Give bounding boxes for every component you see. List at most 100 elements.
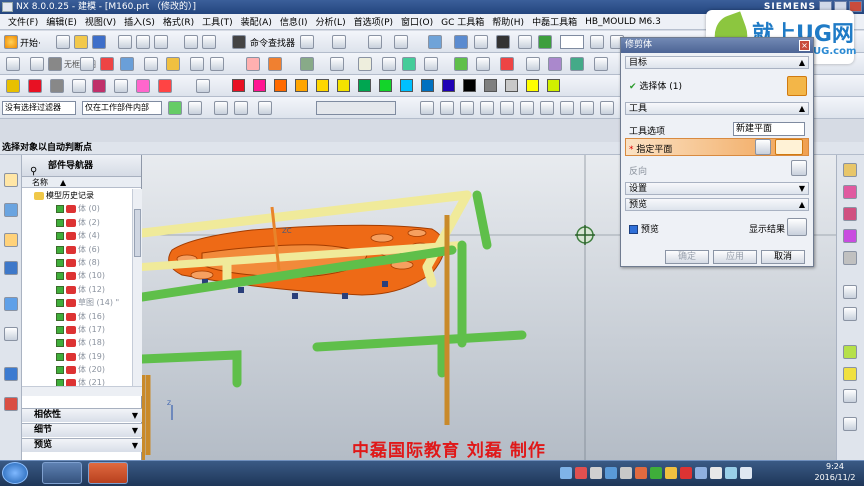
measure-icon[interactable] (500, 57, 514, 71)
snap-on-curve-icon[interactable] (560, 101, 574, 115)
history-icon[interactable] (4, 297, 18, 311)
layout-icon[interactable] (300, 35, 314, 49)
snap-bounded-icon[interactable] (600, 101, 614, 115)
redo-icon[interactable] (202, 35, 216, 49)
extrude-icon[interactable] (100, 57, 114, 71)
select-all-icon[interactable] (214, 101, 228, 115)
snap-settings-icon[interactable] (188, 101, 202, 115)
cancel-button[interactable]: 取消 (761, 250, 805, 264)
select-icon[interactable] (168, 101, 182, 115)
feature-icon-4[interactable] (843, 229, 857, 243)
feature-icon-6[interactable] (843, 285, 857, 299)
blend-icon[interactable] (268, 57, 282, 71)
type-filter-combo[interactable]: 没有选择过滤器 (2, 101, 76, 115)
open-folder-icon[interactable] (74, 35, 88, 49)
web-browser-icon[interactable] (4, 367, 18, 381)
feature-icon-2[interactable] (843, 185, 857, 199)
color-swatch[interactable] (232, 79, 245, 92)
visibility-checkbox[interactable] (56, 272, 64, 281)
feature-icon-9[interactable] (843, 367, 857, 381)
trim-icon[interactable] (166, 57, 180, 71)
tree-node-body[interactable]: 体 (16) (22, 310, 132, 323)
color-swatch[interactable] (379, 79, 392, 92)
visibility-checkbox[interactable] (56, 232, 64, 241)
command-finder-button[interactable]: 命令查找器 (250, 36, 295, 49)
color-swatch[interactable] (421, 79, 434, 92)
section-settings[interactable]: 设置 ▼ (625, 182, 809, 195)
sketch-icon[interactable] (6, 57, 20, 71)
select-body-row[interactable]: ✔ 选择体 (1) (629, 79, 682, 92)
revolve-icon[interactable] (120, 57, 134, 71)
section-tool[interactable]: 工具 ▲ (625, 102, 809, 115)
mirror-icon[interactable] (570, 57, 584, 71)
tray-icon-7[interactable] (650, 467, 662, 479)
system-materials-icon[interactable] (4, 327, 18, 341)
tree-node-body[interactable]: 草图 (14) " (22, 296, 132, 309)
show-result-icon[interactable] (787, 218, 807, 236)
wireframe-icon[interactable] (474, 35, 488, 49)
start-icon[interactable] (4, 35, 18, 49)
tree-node-body[interactable]: 体 (19) (22, 350, 132, 363)
tray-icon-11[interactable] (710, 467, 722, 479)
column-header-name[interactable]: 名称 ▲ (22, 177, 141, 188)
roles-icon[interactable] (4, 397, 18, 411)
analysis-icon[interactable] (526, 57, 540, 71)
menu-item[interactable]: GC 工具箱 (437, 15, 488, 28)
visibility-checkbox[interactable] (56, 312, 64, 321)
tool-option-select[interactable]: 新建平面 (733, 122, 805, 136)
ok-button[interactable]: 确定 (665, 250, 709, 264)
visibility-checkbox[interactable] (56, 245, 64, 254)
intersect-icon[interactable] (424, 57, 438, 71)
visibility-checkbox[interactable] (56, 218, 64, 227)
copy-icon[interactable] (136, 35, 150, 49)
snap-quadrant-icon[interactable] (520, 101, 534, 115)
tree-node-body[interactable]: 体 (6) (22, 243, 132, 256)
section-preview[interactable]: 预览 ▼ (22, 438, 142, 452)
visibility-checkbox[interactable] (56, 299, 64, 308)
tree-node-body[interactable]: 体 (0) (22, 202, 132, 215)
preview-checkbox[interactable] (629, 225, 638, 234)
tray-icon-4[interactable] (605, 467, 617, 479)
point-icon[interactable] (144, 57, 158, 71)
datum-plane-icon[interactable] (30, 57, 44, 71)
select-body-button[interactable] (787, 76, 807, 96)
taskbar-clock[interactable]: 9:24 2016/11/2 (806, 461, 864, 485)
taskbar-app-ppt[interactable] (88, 462, 128, 484)
menu-item[interactable]: 文件(F) (4, 15, 42, 28)
diamond-icon[interactable] (136, 79, 150, 93)
menu-item[interactable]: 帮助(H) (488, 15, 528, 28)
edit-object-icon[interactable] (6, 79, 20, 93)
new-file-icon[interactable] (56, 35, 70, 49)
shape-icon[interactable] (158, 79, 172, 93)
shaded-icon[interactable] (428, 35, 442, 49)
snap-control-icon[interactable] (460, 101, 474, 115)
circle-icon[interactable] (210, 57, 224, 71)
color-swatch[interactable] (547, 79, 560, 92)
line-icon[interactable] (190, 57, 204, 71)
color-swatch[interactable] (526, 79, 539, 92)
menu-item[interactable]: HB_MOULD M6.3 (581, 17, 665, 27)
assembly-navigator-icon[interactable] (4, 173, 18, 187)
visibility-checkbox[interactable] (56, 339, 64, 348)
tree-node-body[interactable]: 体 (17) (22, 323, 132, 336)
unite-icon[interactable] (382, 57, 396, 71)
plane-dialog-icon[interactable] (755, 139, 771, 155)
preview-checkbox-row[interactable]: 预览 (629, 222, 659, 235)
section-dependencies[interactable]: 相依性 ▼ (22, 408, 142, 422)
start-orb-icon[interactable] (2, 462, 28, 484)
menu-item[interactable]: 中磊工具箱 (528, 15, 581, 28)
color-swatch[interactable] (463, 79, 476, 92)
color-swatch[interactable] (295, 79, 308, 92)
move-icon[interactable] (594, 57, 608, 71)
snap-center-icon[interactable] (500, 101, 514, 115)
fit-view-icon[interactable] (368, 35, 382, 49)
tree-node-model-history[interactable]: 模型历史记录 (22, 189, 132, 202)
cut-icon[interactable] (118, 35, 132, 49)
tray-icon-8[interactable] (665, 467, 677, 479)
snap-on-face-icon[interactable] (580, 101, 594, 115)
start-button[interactable]: 开始· (20, 36, 41, 49)
render-icon[interactable] (454, 35, 468, 49)
color-swatch[interactable] (484, 79, 497, 92)
curve-rule-icon[interactable] (258, 101, 272, 115)
visibility-checkbox[interactable] (56, 325, 64, 334)
